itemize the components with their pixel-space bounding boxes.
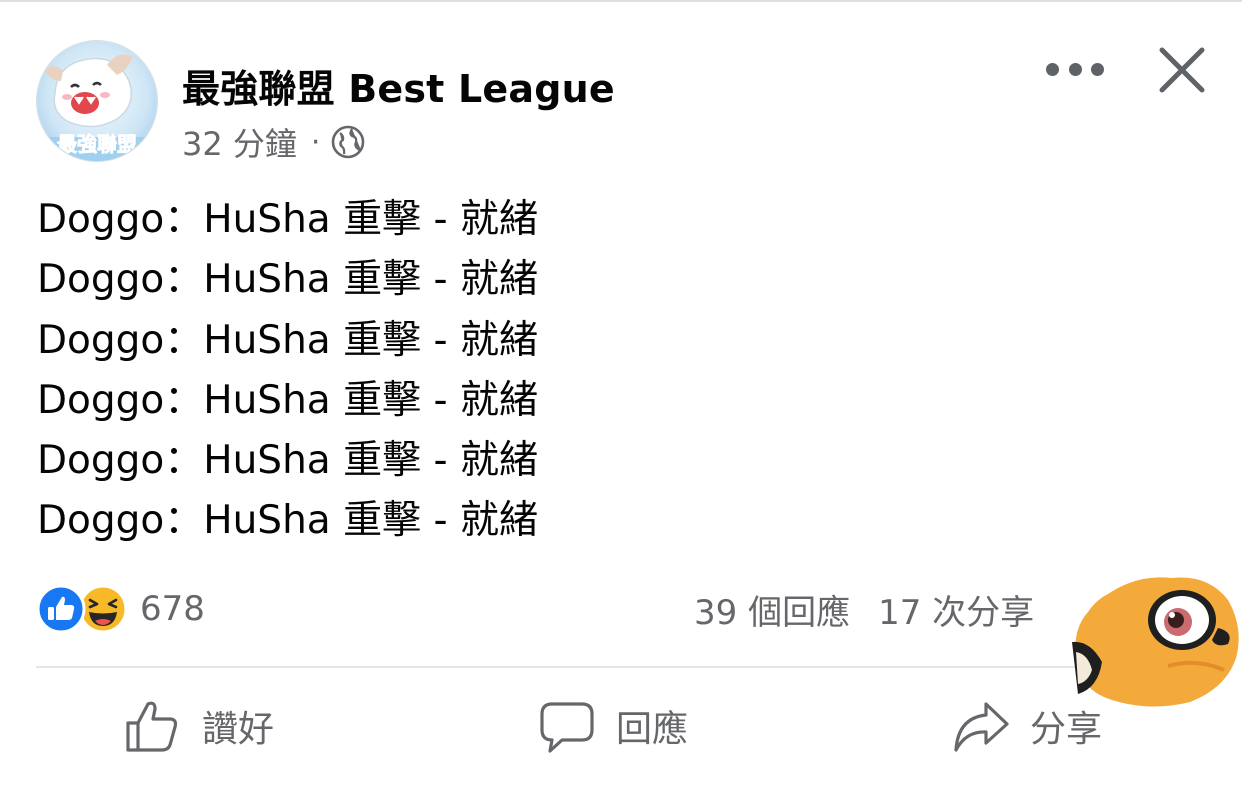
reaction-count: 678 xyxy=(140,589,205,629)
post-body: Doggo：HuSha 重擊 - 就緒 Doggo：HuSha 重擊 - 就緒 … xyxy=(37,190,538,552)
like-reaction-icon xyxy=(36,584,86,634)
post-text-line: Doggo：HuSha 重擊 - 就緒 xyxy=(37,317,538,363)
like-button[interactable]: 讚好 xyxy=(122,696,274,756)
thumbs-up-icon xyxy=(126,701,178,752)
page-avatar[interactable]: 最強聯盟 xyxy=(36,40,158,162)
engagement-stats: 39 個回應 17 次分享 xyxy=(694,585,1034,634)
post-text-line: Doggo：HuSha 重擊 - 就緒 xyxy=(37,498,538,544)
page-name[interactable]: 最強聯盟 Best League xyxy=(182,58,615,113)
divider xyxy=(36,666,1206,668)
comment-label: 回應 xyxy=(616,709,689,750)
share-arrow-icon xyxy=(954,702,1009,752)
meta-separator: · xyxy=(310,124,321,160)
comment-button[interactable]: 回應 xyxy=(538,696,688,756)
top-border xyxy=(0,0,1242,2)
cartoon-sticker-overlay xyxy=(1072,577,1239,707)
post-text-line: Doggo：HuSha 重擊 - 就緒 xyxy=(37,438,538,484)
globe-icon xyxy=(332,125,365,159)
comment-count-link[interactable]: 39 個回應 xyxy=(694,585,850,634)
post-meta: 32 分鐘 · xyxy=(182,120,366,164)
poro-avatar-image: 最強聯盟 xyxy=(37,41,157,161)
post-text-line: Doggo：HuSha 重擊 - 就緒 xyxy=(37,257,538,303)
reactions-summary[interactable]: 678 xyxy=(36,584,205,634)
share-count-link[interactable]: 17 次分享 xyxy=(878,585,1034,634)
like-label: 讚好 xyxy=(202,709,275,750)
timestamp[interactable]: 32 分鐘 xyxy=(182,119,297,165)
more-options-icon[interactable] xyxy=(1046,52,1104,86)
close-icon[interactable] xyxy=(1154,42,1210,98)
comment-bubble-icon xyxy=(540,702,594,753)
svg-text:最強聯盟: 最強聯盟 xyxy=(57,132,137,156)
post-text-line: Doggo：HuSha 重擊 - 就緒 xyxy=(37,197,538,242)
post-text-line: Doggo：HuSha 重擊 - 就緒 xyxy=(37,377,538,423)
